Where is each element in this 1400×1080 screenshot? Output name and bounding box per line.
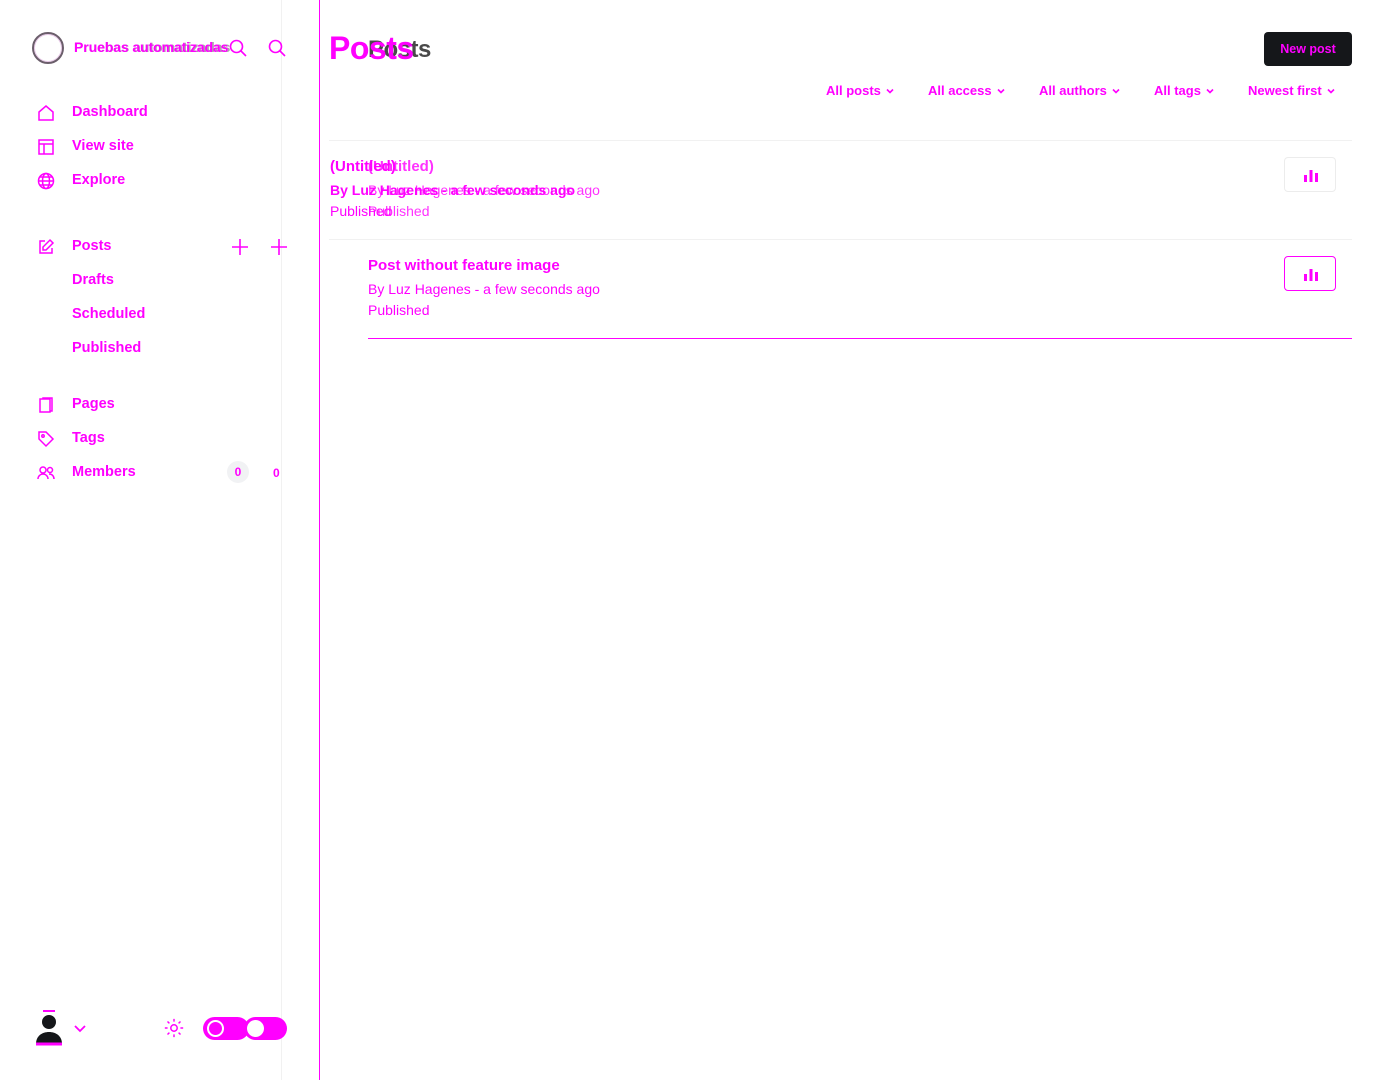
nav-view-site[interactable]: View site <box>36 134 134 160</box>
nav-dashboard-label: Dashboard <box>72 104 148 120</box>
post-title-overlay: (Untitled) <box>368 158 434 175</box>
page-title: Posts <box>329 30 414 66</box>
nav-drafts[interactable]: Drafts <box>72 272 114 288</box>
globe-icon <box>36 171 56 191</box>
filter-order-label: Newest first <box>1248 83 1322 98</box>
new-post-button[interactable]: New post <box>1264 32 1352 66</box>
nav-explore[interactable]: Explore <box>36 168 125 194</box>
site-header: Pruebas automatizadas Pruebas automatiza… <box>32 32 294 64</box>
nav-posts-label: Posts <box>72 238 112 254</box>
filter-tag-label: All tags <box>1154 83 1201 98</box>
nav-pages[interactable]: Pages <box>36 392 115 418</box>
filter-author-label: All authors <box>1039 83 1107 98</box>
bar-chart-icon <box>1304 269 1318 281</box>
chevron-down-icon <box>886 88 894 94</box>
members-count-overlay: 0 <box>273 466 280 480</box>
filter-access-select[interactable]: All access <box>928 83 1006 98</box>
nav-members-label: Members <box>72 464 136 480</box>
post-meta-overlay: By Luz Hagenes - a few seconds ago <box>368 182 600 198</box>
filter-access-label: All access <box>928 83 992 98</box>
toggle-knob-overlay <box>207 1020 224 1037</box>
chevron-down-icon <box>997 88 1005 94</box>
home-icon <box>36 103 56 123</box>
list-divider <box>368 338 1352 339</box>
post-meta: By Luz Hagenes - a few seconds ago <box>368 281 600 297</box>
settings-gear-icon[interactable] <box>163 1017 185 1039</box>
nav-members[interactable]: Members <box>36 460 136 486</box>
user-avatar[interactable] <box>34 1010 64 1046</box>
nav-dashboard[interactable]: Dashboard <box>36 100 148 126</box>
edit-icon <box>36 237 56 257</box>
post-title[interactable]: Post without feature image <box>368 257 560 274</box>
dark-mode-toggle-overlay[interactable] <box>203 1017 249 1040</box>
dark-mode-toggle[interactable] <box>244 1017 287 1040</box>
nav-pages-label: Pages <box>72 396 115 412</box>
members-count-badge: 0 <box>227 461 249 483</box>
sidebar-border <box>319 0 320 1080</box>
tag-icon <box>36 429 56 449</box>
filter-order-select[interactable]: Newest first <box>1248 83 1336 98</box>
nav-view-site-label: View site <box>72 138 134 154</box>
filter-tag-select[interactable]: All tags <box>1154 83 1215 98</box>
post-status-overlay: Published <box>368 203 430 219</box>
sidebar: Pruebas automatizadas Pruebas automatiza… <box>0 0 320 1080</box>
nav-posts[interactable]: Posts <box>36 234 112 260</box>
list-divider <box>329 239 1352 240</box>
filter-type-label: All posts <box>826 83 881 98</box>
sidebar-divider <box>281 0 282 1080</box>
layout-icon <box>36 137 56 157</box>
nav-published[interactable]: Published <box>72 340 141 356</box>
nav-tags-label: Tags <box>72 430 105 446</box>
page-icon <box>36 395 56 415</box>
chevron-down-icon <box>1327 88 1335 94</box>
post-analytics-button[interactable] <box>1284 256 1336 291</box>
site-logo[interactable] <box>32 32 64 64</box>
new-post-plus-icon[interactable] <box>230 237 250 257</box>
chevron-down-icon[interactable] <box>72 1020 88 1036</box>
list-divider <box>329 140 1352 141</box>
new-post-plus-icon-overlay[interactable] <box>269 237 289 257</box>
chevron-down-icon <box>1206 88 1214 94</box>
site-title[interactable]: Pruebas automatizadas <box>74 39 228 55</box>
search-icon[interactable] <box>267 38 287 58</box>
toggle-knob <box>247 1020 264 1037</box>
chevron-down-icon <box>1112 88 1120 94</box>
bar-chart-icon <box>1304 170 1318 182</box>
filter-author-select[interactable]: All authors <box>1039 83 1121 98</box>
search-icon-overlay[interactable] <box>228 38 248 58</box>
nav-explore-label: Explore <box>72 172 126 188</box>
post-status: Published <box>368 302 430 318</box>
filter-type-select[interactable]: All posts <box>826 83 895 98</box>
members-icon <box>36 463 56 483</box>
post-analytics-button[interactable] <box>1284 157 1336 192</box>
nav-tags[interactable]: Tags <box>36 426 105 452</box>
nav-scheduled[interactable]: Scheduled <box>72 306 145 322</box>
